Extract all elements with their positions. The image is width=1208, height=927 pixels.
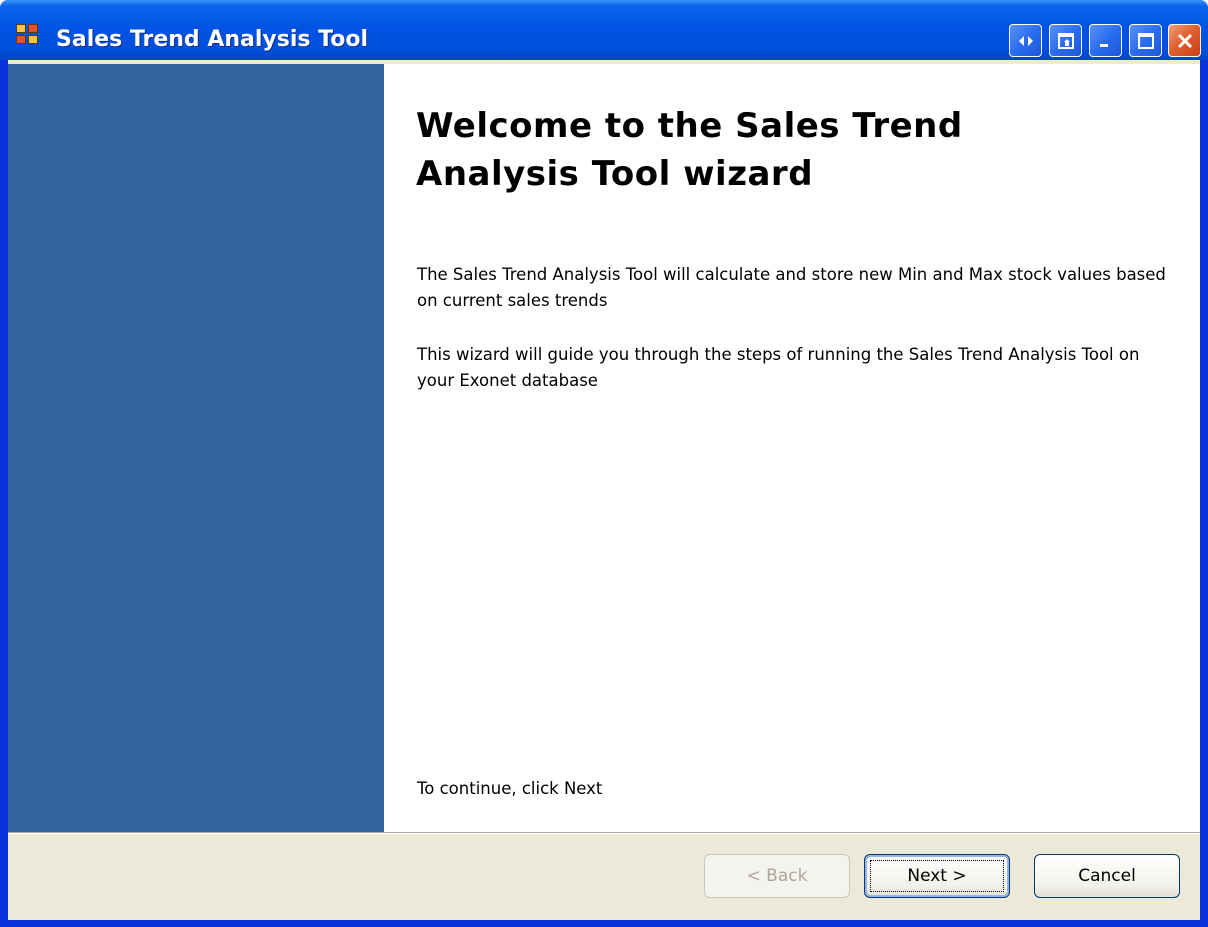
cancel-button[interactable]: Cancel (1034, 854, 1180, 898)
maximize-button[interactable] (1129, 24, 1162, 57)
restore-arrows-button[interactable] (1009, 24, 1042, 57)
window-title: Sales Trend Analysis Tool (56, 27, 368, 52)
maximize-icon (1137, 32, 1154, 49)
minimize-icon (1099, 43, 1108, 47)
continue-instruction: To continue, click Next (417, 779, 603, 798)
focus-rectangle (870, 860, 1004, 892)
back-button-label: < Back (746, 866, 808, 886)
tile-icon (1057, 32, 1074, 49)
wizard-guide-text: This wizard will guide you through the s… (417, 345, 1140, 390)
wizard-side-panel (8, 64, 384, 832)
wizard-heading: Welcome to the Sales Trend Analysis Tool… (416, 106, 963, 194)
minimize-button[interactable] (1089, 24, 1122, 57)
close-icon (1177, 33, 1192, 48)
wizard-client-area: Welcome to the Sales Trend Analysis Tool… (8, 60, 1200, 920)
wizard-button-bar: < Back Next > Cancel (8, 834, 1200, 920)
wizard-description: The Sales Trend Analysis Tool will calcu… (417, 265, 1166, 310)
next-button[interactable]: Next > (864, 854, 1010, 898)
tile-button[interactable] (1049, 24, 1082, 57)
restore-arrows-icon (1018, 35, 1033, 46)
title-bar[interactable]: Sales Trend Analysis Tool (0, 0, 1208, 60)
app-icon (16, 24, 40, 46)
cancel-button-label: Cancel (1078, 866, 1136, 886)
wizard-content: Welcome to the Sales Trend Analysis Tool… (384, 64, 1200, 832)
wizard-window: Sales Trend Analysis Tool Welcome to the… (0, 0, 1208, 927)
close-button[interactable] (1168, 24, 1201, 57)
back-button[interactable]: < Back (704, 854, 850, 898)
